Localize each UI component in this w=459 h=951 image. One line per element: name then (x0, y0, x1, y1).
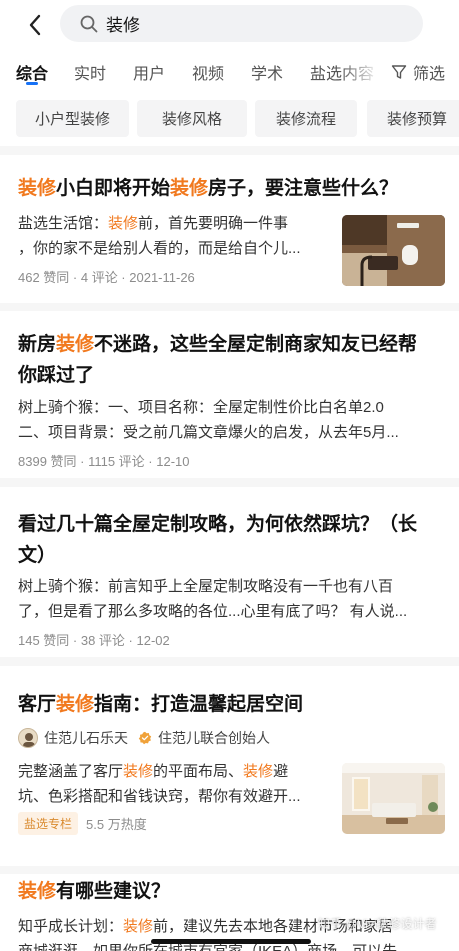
filter-label: 筛选 (413, 66, 446, 83)
search-icon (80, 15, 98, 33)
result-thumbnail (342, 215, 445, 286)
result-card[interactable]: 客厅装修指南：打造温馨起居空间 住范儿石乐天 住范儿联合创始人 完整涵盖了客厅装… (0, 666, 459, 866)
tab-fade-overlay (340, 48, 380, 96)
result-meta: 8399 赞同 · 1115 评论 · 12-10 (18, 454, 190, 469)
category-tabs: 综合 实时 用户 视频 学术 盐选内容 筛选 (0, 48, 459, 96)
result-title: 装修有哪些建议？ (18, 881, 171, 902)
author-line[interactable]: 住范儿石乐天 住范儿联合创始人 (18, 728, 270, 748)
chip-budget[interactable]: 装修预算 (367, 100, 459, 137)
top-bar: 装修 (0, 0, 459, 48)
tab-realtime[interactable]: 实时 (74, 60, 106, 84)
result-meta: 盐选专栏 5.5 万热度 (18, 812, 147, 835)
home-indicator (151, 939, 311, 944)
result-meta: 145 赞同 · 38 评论 · 12-02 (18, 633, 170, 648)
result-excerpt: 树上骑个猴：一、项目名称：全屋定制性价比白名单2.0 二、项目背景：受之前几篇文… (18, 399, 399, 441)
verified-badge-icon (138, 731, 152, 745)
result-excerpt: 树上骑个猴：前言知乎上全屋定制攻略没有一千也有八百 了，但是看了那么多攻略的各位… (18, 578, 408, 620)
chevron-left-icon (29, 14, 41, 36)
back-button[interactable] (20, 10, 50, 40)
tab-academic[interactable]: 学术 (251, 60, 283, 84)
chip-process[interactable]: 装修流程 (255, 100, 357, 137)
result-title: 新房装修不迷路，这些全屋定制商家知友已经帮 你踩过了 (18, 334, 418, 386)
result-card[interactable]: 看过几十篇全屋定制攻略，为何依然踩坑？（长 文） 树上骑个猴：前言知乎上全屋定制… (0, 487, 459, 657)
result-card[interactable]: 新房装修不迷路，这些全屋定制商家知友已经帮 你踩过了 树上骑个猴：一、项目名称：… (0, 311, 459, 478)
funnel-icon (391, 64, 407, 80)
tab-users[interactable]: 用户 (133, 60, 165, 84)
result-meta: 462 赞同 · 4 评论 · 2021-11-26 (18, 270, 195, 285)
active-tab-indicator (26, 82, 38, 85)
result-title: 客厅装修指南：打造温馨起居空间 (18, 694, 304, 715)
result-excerpt: 盐选生活馆：装修前，首先要明确一件事 ，你的家不是给别人看的，而是给自个儿... (18, 215, 301, 257)
tab-comprehensive[interactable]: 综合 (16, 60, 48, 84)
tab-videos[interactable]: 视频 (192, 60, 224, 84)
author-title: 住范儿联合创始人 (158, 730, 270, 746)
author-name[interactable]: 住范儿石乐天 (44, 728, 128, 748)
search-query: 装修 (106, 16, 140, 35)
column-badge: 盐选专栏 (18, 812, 79, 835)
result-thumbnail (342, 763, 445, 834)
chip-small-apartment[interactable]: 小户型装修 (16, 100, 129, 137)
result-title: 装修小白即将开始装修房子，要注意些什么？ (18, 178, 399, 199)
filter-button[interactable]: 筛选 (391, 60, 445, 84)
search-input[interactable]: 装修 (60, 5, 423, 42)
result-excerpt: 完整涵盖了客厅装修的平面布局、装修避 坑、色彩搭配和省钱诀窍，帮你有效避开... (18, 763, 301, 805)
heat-count: 5.5 万热度 (86, 817, 147, 832)
result-card[interactable]: 装修小白即将开始装修房子，要注意些什么？ 盐选生活馆：装修前，首先要明确一件事 … (0, 155, 459, 303)
chip-decor-style[interactable]: 装修风格 (137, 100, 247, 137)
result-title: 看过几十篇全屋定制攻略，为何依然踩坑？（长 文） (18, 514, 418, 566)
avatar[interactable] (18, 728, 38, 748)
watermark: 知乎 @Vivi装修设计者 (318, 917, 437, 931)
suggestion-chips: 小户型装修 装修风格 装修流程 装修预算 (0, 96, 459, 146)
